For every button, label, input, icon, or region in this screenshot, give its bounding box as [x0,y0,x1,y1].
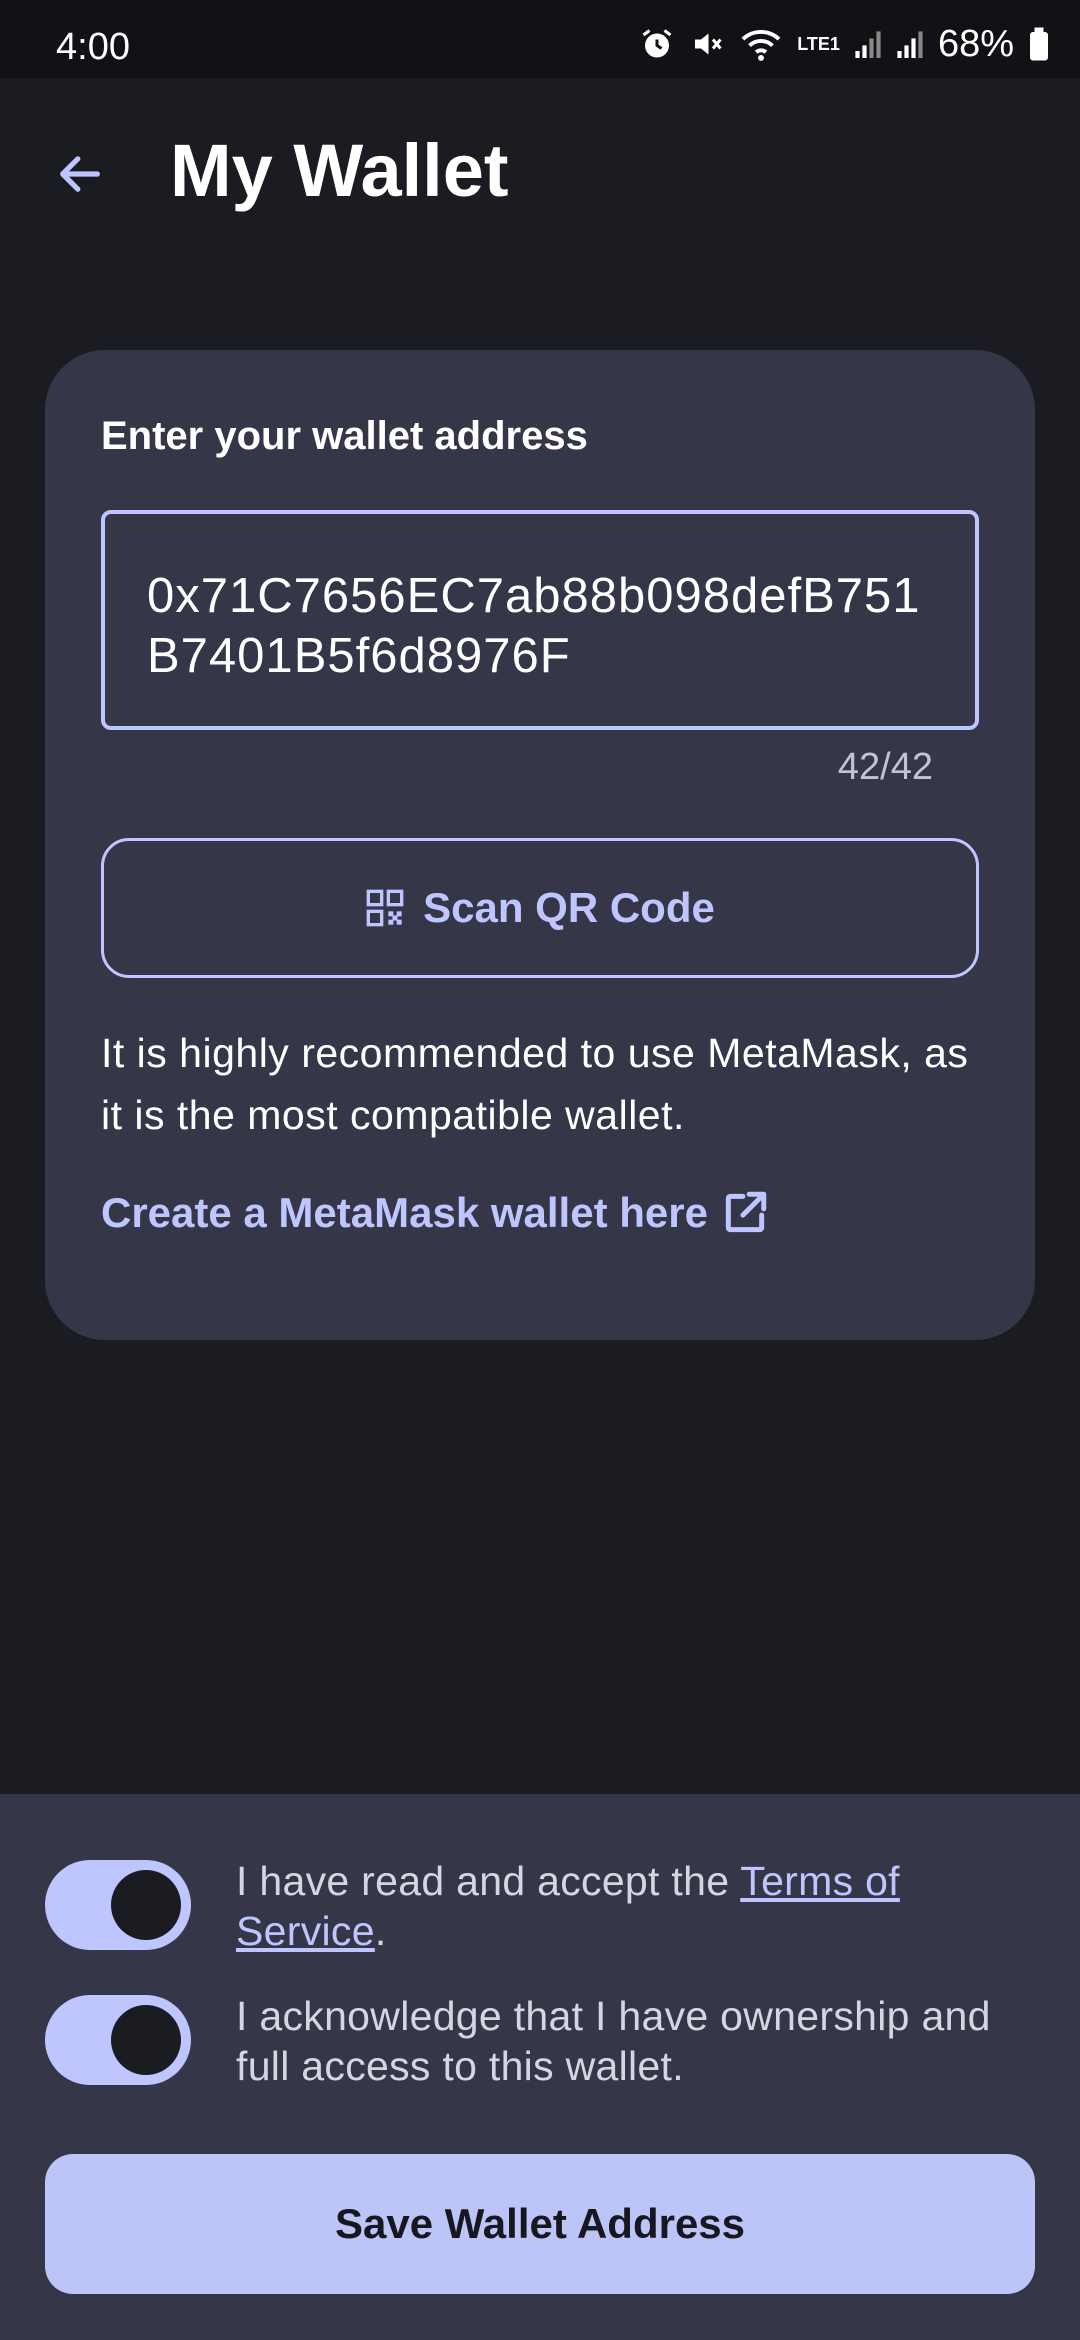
wallet-screen: 4:00 LTE1 68% My Wallet Enter your walle… [0,0,1080,2340]
agreement-panel: I have read and accept the Terms of Serv… [0,1794,1080,2340]
external-link-icon [725,1191,767,1233]
app-bar: My Wallet [0,78,1080,268]
toggle-knob [111,2005,181,2075]
toggle-knob [111,1870,181,1940]
signal-icon-sim2 [897,31,923,58]
network-type-label: LTE1 [797,34,840,54]
terms-acceptance-text: I have read and accept the Terms of Serv… [236,1856,1036,1956]
create-metamask-label: Create a MetaMask wallet here [101,1189,708,1236]
back-button[interactable] [40,134,120,214]
arrow-back-icon [60,156,100,192]
save-wallet-button[interactable]: Save Wallet Address [45,2154,1035,2294]
wallet-card: Enter your wallet address 0x71C7656EC7ab… [45,350,1035,1340]
alarm-icon [642,29,672,58]
wallet-address-input[interactable]: 0x71C7656EC7ab88b098defB751B7401B5f6d897… [101,510,979,730]
status-bar: 4:00 LTE1 68% [0,0,1080,78]
wallet-address-heading: Enter your wallet address [101,414,588,458]
battery-percent: 68% [937,22,1014,65]
metamask-recommendation: It is highly recommended to use MetaMask… [101,1030,969,1138]
signal-icon-sim1 [855,31,881,58]
ownership-toggle[interactable] [45,1995,191,2085]
character-counter: 42/42 [837,746,933,788]
create-metamask-link[interactable]: Create a MetaMask wallet here [101,1188,770,1238]
scan-qr-button[interactable]: Scan QR Code [101,838,979,978]
terms-prefix: I have read and accept the [236,1858,741,1904]
save-wallet-label: Save Wallet Address [334,2200,746,2247]
page-title: My Wallet [170,129,509,212]
status-time: 4:00 [56,26,130,68]
ownership-acknowledgment-text: I acknowledge that I have ownership and … [236,1993,991,2089]
terms-toggle[interactable] [45,1860,191,1950]
terms-suffix: . [374,1908,387,1954]
mute-icon [695,33,722,55]
battery-icon [1030,27,1048,61]
status-icons: LTE1 68% [639,22,1050,66]
qr-code-icon [366,889,404,927]
wallet-address-value: 0x71C7656EC7ab88b098defB751B7401B5f6d897… [147,569,921,683]
scan-qr-label: Scan QR Code [423,884,715,931]
wifi-icon [741,29,781,61]
